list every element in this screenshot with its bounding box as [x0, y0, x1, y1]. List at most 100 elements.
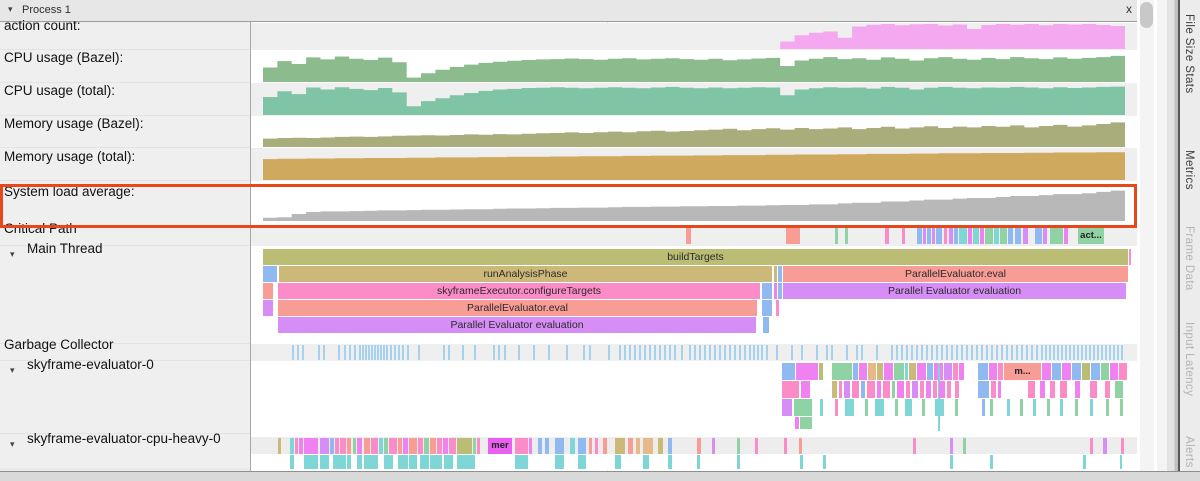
trace-event-block[interactable]: [782, 381, 799, 398]
trace-event-block[interactable]: [1008, 228, 1013, 244]
trace-event-block[interactable]: [917, 228, 922, 244]
gc-event-tick[interactable]: [831, 345, 833, 360]
gc-event-tick[interactable]: [753, 345, 755, 360]
trace-event-block[interactable]: [1121, 438, 1124, 454]
trace-event-block[interactable]: [403, 438, 408, 454]
trace-event-block[interactable]: [379, 438, 383, 454]
gc-event-tick[interactable]: [744, 345, 746, 360]
gc-event-tick[interactable]: [377, 345, 379, 360]
span-block[interactable]: [263, 283, 273, 299]
trace-event-block[interactable]: [959, 228, 967, 244]
gc-event-tick[interactable]: [1021, 345, 1023, 360]
gc-event-tick[interactable]: [1041, 345, 1043, 360]
trace-event-block[interactable]: [990, 455, 993, 469]
trace-event-block[interactable]: [353, 438, 356, 454]
gc-event-tick[interactable]: [906, 345, 908, 360]
area-chart-mem-total[interactable]: [263, 151, 1125, 185]
trace-event-block[interactable]: [409, 455, 417, 469]
trace-event-block[interactable]: [927, 363, 933, 380]
trace-event-block[interactable]: [1120, 399, 1123, 416]
trace-event-block[interactable]: [545, 438, 549, 454]
gc-event-tick[interactable]: [1031, 345, 1033, 360]
trace-event-block[interactable]: [795, 417, 799, 429]
track-row-system-load[interactable]: [251, 181, 1137, 226]
gc-event-tick[interactable]: [956, 345, 958, 360]
trace-event-block[interactable]: [384, 455, 393, 469]
gc-event-tick[interactable]: [674, 345, 676, 360]
collapse-triangle-icon[interactable]: ▾: [10, 439, 15, 450]
gc-event-tick[interactable]: [1093, 345, 1095, 360]
gc-event-tick[interactable]: [719, 345, 721, 360]
gc-event-tick[interactable]: [566, 345, 568, 360]
trace-event-block[interactable]: [1106, 399, 1109, 416]
gc-event-tick[interactable]: [629, 345, 631, 360]
track-row-garbage-collector[interactable]: [251, 344, 1137, 361]
trace-event-block[interactable]: [295, 438, 298, 454]
trace-event-block[interactable]: [877, 381, 881, 398]
trace-event-block[interactable]: [963, 438, 966, 454]
gc-event-tick[interactable]: [896, 345, 898, 360]
gc-event-tick[interactable]: [856, 345, 858, 360]
gc-event-tick[interactable]: [724, 345, 726, 360]
trace-event-block[interactable]: [1091, 363, 1100, 380]
trace-event-block[interactable]: [320, 455, 329, 469]
area-chart-system-load[interactable]: [263, 189, 1125, 226]
gc-event-tick[interactable]: [664, 345, 666, 360]
gc-event-tick[interactable]: [462, 345, 464, 360]
trace-event-block[interactable]: [985, 228, 993, 244]
gc-event-tick[interactable]: [976, 345, 978, 360]
gc-event-tick[interactable]: [1045, 345, 1047, 360]
trace-event-block[interactable]: [991, 381, 996, 398]
trace-event-block[interactable]: [1000, 228, 1007, 244]
trace-event-block[interactable]: [917, 363, 926, 380]
trace-event-block[interactable]: [668, 438, 672, 454]
trace-event-block[interactable]: [477, 438, 480, 454]
trace-event-block[interactable]: [1119, 363, 1127, 380]
trace-event-block[interactable]: [1028, 381, 1035, 398]
gc-event-tick[interactable]: [1097, 345, 1099, 360]
collapse-triangle-icon[interactable]: ▾: [10, 249, 15, 260]
gc-event-tick[interactable]: [1049, 345, 1051, 360]
gc-event-tick[interactable]: [386, 345, 388, 360]
trace-event-block[interactable]: [357, 455, 362, 469]
trace-event-block[interactable]: [1023, 228, 1028, 244]
trace-event-block[interactable]: [304, 455, 318, 469]
gc-event-tick[interactable]: [498, 345, 500, 360]
trace-event-block[interactable]: [955, 399, 958, 416]
trace-event-block[interactable]: [835, 228, 838, 244]
trace-event-block[interactable]: [868, 363, 876, 380]
trace-event-block[interactable]: [909, 363, 916, 380]
trace-event-block[interactable]: [799, 438, 802, 454]
trace-event-block[interactable]: [737, 455, 740, 469]
trace-event-block[interactable]: [1072, 363, 1081, 380]
gc-event-tick[interactable]: [739, 345, 741, 360]
gc-event-tick[interactable]: [991, 345, 993, 360]
gc-event-tick[interactable]: [1057, 345, 1059, 360]
trace-event-block[interactable]: [820, 399, 823, 416]
trace-event-block[interactable]: [949, 228, 953, 244]
gc-event-tick[interactable]: [1105, 345, 1107, 360]
trace-event-block[interactable]: [832, 363, 852, 380]
span-skyframeexecutor-configuretargets[interactable]: skyframeExecutor.configureTargets: [278, 283, 760, 299]
gc-event-tick[interactable]: [694, 345, 696, 360]
span-block[interactable]: [774, 266, 777, 282]
gc-event-tick[interactable]: [901, 345, 903, 360]
gc-event-tick[interactable]: [504, 345, 506, 360]
trace-event-block[interactable]: [926, 381, 931, 398]
gc-event-tick[interactable]: [359, 345, 361, 360]
gc-event-tick[interactable]: [474, 345, 476, 360]
trace-event-block[interactable]: [1082, 363, 1090, 380]
track-row-cpu-bazel[interactable]: [251, 50, 1137, 83]
trace-event-block[interactable]: [636, 438, 640, 454]
trace-event-block[interactable]: [1064, 228, 1068, 244]
gc-event-tick[interactable]: [518, 345, 520, 360]
trace-event-block[interactable]: [712, 438, 715, 454]
span-block[interactable]: [263, 300, 273, 316]
gc-event-tick[interactable]: [548, 345, 550, 360]
gc-event-tick[interactable]: [946, 345, 948, 360]
gc-event-tick[interactable]: [1113, 345, 1115, 360]
gc-event-tick[interactable]: [861, 345, 863, 360]
close-button[interactable]: x: [1120, 2, 1138, 19]
trace-event-block[interactable]: [1040, 381, 1045, 398]
trace-event-block[interactable]: [978, 381, 989, 398]
